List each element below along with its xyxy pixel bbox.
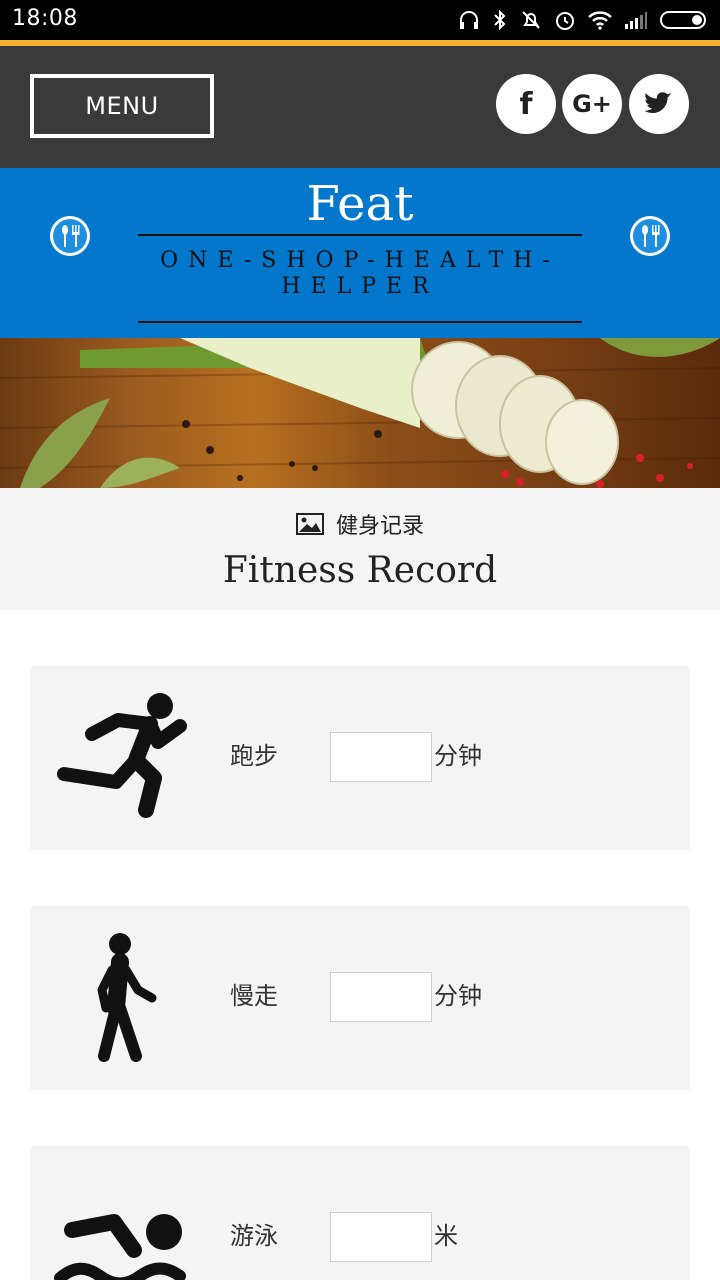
walking-minutes-input[interactable] — [330, 972, 432, 1022]
activity-unit: 分钟 — [434, 742, 482, 770]
top-header: MENU f G+ — [0, 46, 720, 168]
site-tagline: ONE-SHOP-HEALTH-HELPER — [160, 248, 560, 299]
activity-unit: 米 — [434, 1222, 458, 1250]
bluetooth-icon — [494, 9, 506, 31]
battery-icon — [660, 11, 706, 29]
menu-button[interactable]: MENU — [30, 74, 214, 138]
signal-icon — [625, 12, 647, 29]
facebook-button[interactable]: f — [496, 74, 556, 134]
activity-unit: 分钟 — [434, 982, 482, 1010]
page-title: Fitness Record — [222, 550, 498, 591]
swimming-person-icon — [54, 1214, 186, 1280]
divider — [138, 234, 582, 236]
status-icons — [458, 8, 710, 32]
google-plus-button[interactable]: G+ — [562, 74, 622, 134]
section-subtitle: 健身记录 — [335, 514, 424, 539]
divider — [138, 321, 582, 323]
mute-icon — [522, 11, 540, 29]
alarm-icon — [556, 12, 574, 30]
google-plus-icon: G+ — [572, 90, 612, 118]
wifi-icon — [588, 11, 612, 30]
twitter-icon — [645, 92, 672, 113]
site-title[interactable]: Feat — [0, 176, 720, 232]
activity-card-walking: 慢走 分钟 — [30, 906, 690, 1090]
activity-label: 跑步 — [230, 742, 278, 770]
activity-label: 慢走 — [230, 982, 278, 1010]
twitter-button[interactable] — [629, 74, 689, 134]
status-time: 18:08 — [12, 6, 78, 31]
headset-icon — [460, 11, 478, 29]
walking-person-icon — [97, 933, 157, 1062]
running-person-icon — [57, 693, 187, 818]
running-minutes-input[interactable] — [330, 732, 432, 782]
section-header: 健身记录 Fitness Record — [0, 488, 720, 610]
image-icon — [295, 513, 324, 535]
facebook-icon: f — [519, 86, 533, 122]
activity-card-running: 跑步 分钟 — [30, 666, 690, 850]
swimming-meters-input[interactable] — [330, 1212, 432, 1262]
activity-card-swimming: 游泳 米 — [30, 1146, 690, 1280]
brand-banner: Feat ONE-SHOP-HEALTH-HELPER — [0, 168, 720, 338]
activity-label: 游泳 — [230, 1222, 278, 1250]
section-subtitle-row: 健身记录 — [0, 508, 720, 540]
food-banner-image — [0, 338, 720, 488]
status-bar: 18:08 — [0, 0, 720, 40]
